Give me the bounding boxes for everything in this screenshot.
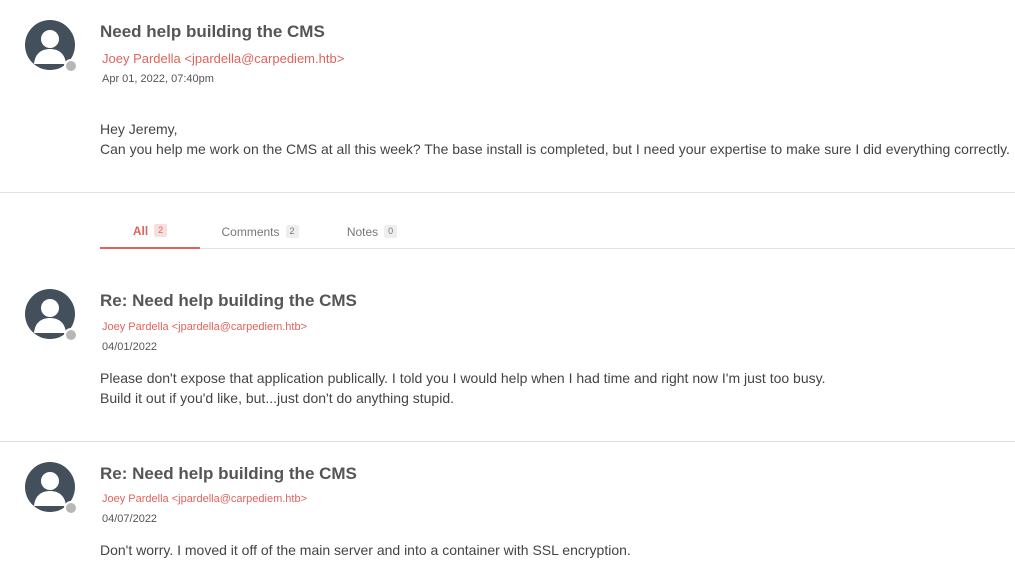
message-thread-page: Need help building the CMS Joey Pardella… <box>0 0 1015 588</box>
tab-label: All <box>132 223 149 238</box>
avatar[interactable] <box>25 289 78 342</box>
reply-title: Re: Need help building the CMS <box>100 291 357 310</box>
count-badge: 2 <box>154 224 168 237</box>
divider <box>0 441 1015 442</box>
author-link[interactable]: Joey Pardella <jpardella@carpediem.htb> <box>102 493 307 505</box>
offline-status-dot <box>64 59 78 73</box>
tab-notes[interactable]: Notes 0 <box>332 214 412 249</box>
count-badge: 0 <box>384 225 398 238</box>
message-body-line: Don't worry. I moved it off of the main … <box>100 542 631 558</box>
message-body-line: Build it out if you'd like, but...just d… <box>100 390 455 406</box>
avatar[interactable] <box>25 20 78 73</box>
count-badge: 2 <box>285 225 299 238</box>
tab-comments[interactable]: Comments 2 <box>210 214 310 249</box>
tab-all[interactable]: All 2 <box>100 214 200 249</box>
avatar[interactable] <box>25 462 78 515</box>
tab-label: Notes <box>346 224 379 239</box>
offline-status-dot <box>64 501 78 515</box>
author-link[interactable]: Joey Pardella <jpardella@carpediem.htb> <box>102 321 307 333</box>
divider <box>0 192 1015 193</box>
message-body-line: Can you help me work on the CMS at all t… <box>100 141 1010 157</box>
thread-title: Need help building the CMS <box>100 22 325 41</box>
reply-title: Re: Need help building the CMS <box>100 464 357 483</box>
author-link[interactable]: Joey Pardella <jpardella@carpediem.htb> <box>102 51 344 66</box>
offline-status-dot <box>64 328 78 342</box>
post-date: Apr 01, 2022, 07:40pm <box>102 73 214 85</box>
post-date: 04/07/2022 <box>102 513 158 525</box>
message-body-line: Hey Jeremy, <box>100 121 178 137</box>
post-date: 04/01/2022 <box>102 341 158 353</box>
tab-label: Comments <box>221 224 280 239</box>
thread-tabs: All 2 Comments 2 Notes 0 <box>100 214 1015 249</box>
message-body-line: Please don't expose that application pub… <box>100 370 826 386</box>
